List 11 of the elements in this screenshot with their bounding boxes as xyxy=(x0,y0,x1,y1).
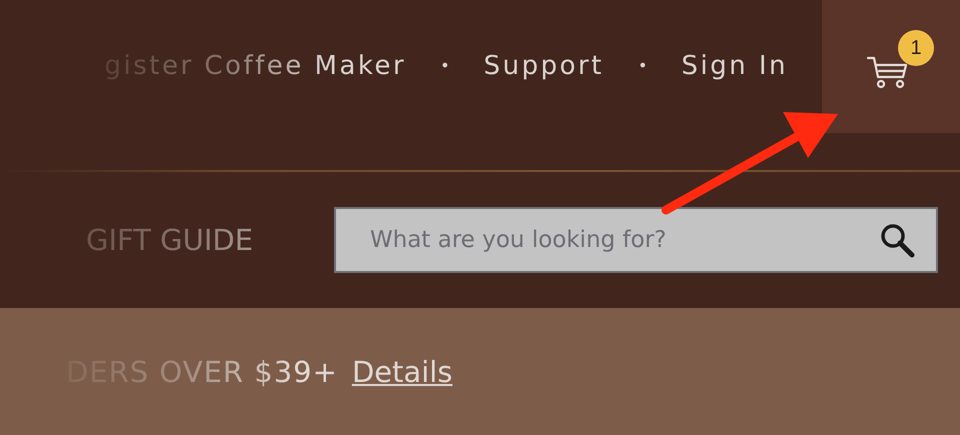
cart-count-badge: 1 xyxy=(898,30,934,66)
cart-icon xyxy=(867,54,909,88)
nav-link[interactable]: Support xyxy=(484,50,604,80)
separator-dot: • xyxy=(440,56,450,75)
details-link[interactable]: Details xyxy=(352,354,452,388)
search-field[interactable]: What are you looking for? xyxy=(334,207,938,273)
nav-link[interactable]: gister Coffee Maker xyxy=(104,50,406,80)
nav-link[interactable]: Sign In xyxy=(681,50,788,80)
cart-button[interactable]: 1 xyxy=(822,0,960,133)
menu-link[interactable]: GIFT GUIDE xyxy=(86,223,334,257)
separator-dot: • xyxy=(638,56,648,75)
